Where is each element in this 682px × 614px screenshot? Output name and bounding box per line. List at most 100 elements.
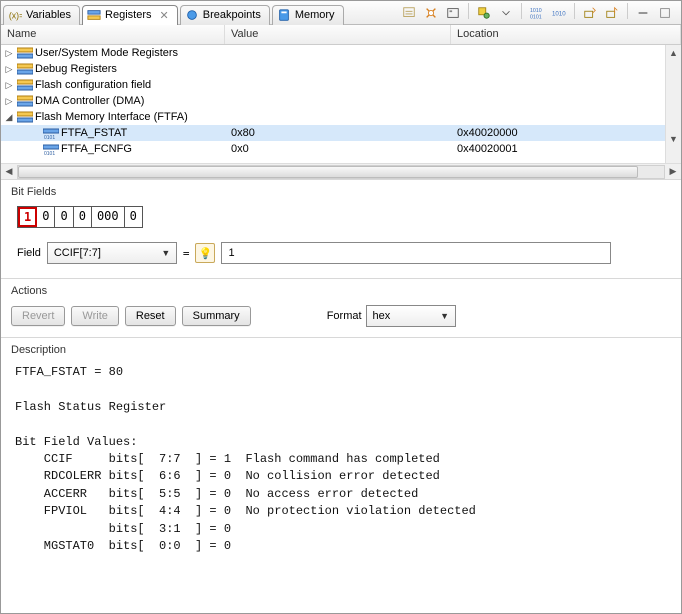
tab-list: (x)= Variables Registers ✕ Breakpoints M…: [3, 3, 344, 23]
expand-icon[interactable]: ▷: [3, 64, 15, 75]
format-select[interactable]: hex ▼: [366, 305, 456, 327]
field-label: Field: [17, 247, 41, 259]
scroll-thumb[interactable]: [18, 166, 638, 178]
expand-icon[interactable]: ▷: [3, 96, 15, 107]
maximize-icon[interactable]: [655, 3, 675, 23]
field-value-input[interactable]: [221, 242, 611, 264]
register-icon: 0101: [43, 126, 59, 140]
reset-button[interactable]: Reset: [125, 306, 176, 326]
tab-label: Memory: [295, 9, 335, 21]
toolbar-binary2-icon[interactable]: 1010: [549, 3, 569, 23]
toolbar-export-icon[interactable]: [602, 3, 622, 23]
col-name[interactable]: Name: [1, 25, 225, 44]
equals-label: =: [183, 247, 190, 260]
toolbar-btn-2[interactable]: [421, 3, 441, 23]
bit-cell[interactable]: 1: [18, 207, 37, 227]
summary-button[interactable]: Summary: [182, 306, 251, 326]
table-row[interactable]: 0101 FTFA_FSTAT 0x80 0x40020000: [1, 125, 681, 141]
toolbar-btn-1[interactable]: [399, 3, 419, 23]
toolbar-import-icon[interactable]: [580, 3, 600, 23]
field-select[interactable]: CCIF[7:7] ▼: [47, 242, 177, 264]
table-row[interactable]: ▷ DMA Controller (DMA): [1, 93, 681, 109]
tab-variables[interactable]: (x)= Variables: [3, 5, 80, 25]
chevron-down-icon[interactable]: ▼: [437, 311, 453, 321]
bit-cell[interactable]: 0: [37, 207, 55, 227]
bit-cell[interactable]: 0: [125, 207, 142, 227]
section-title: Actions: [11, 285, 671, 297]
view-tab-bar: (x)= Variables Registers ✕ Breakpoints M…: [1, 1, 681, 25]
field-select-value: CCIF[7:7]: [54, 247, 158, 259]
format-select-value: hex: [373, 310, 437, 322]
row-value: 0x0: [227, 143, 453, 155]
register-group-icon: [17, 94, 33, 108]
revert-button[interactable]: Revert: [11, 306, 65, 326]
actions-section: Actions Revert Write Reset Summary Forma…: [1, 278, 681, 337]
view-toolbar: 10100101 1010: [399, 3, 679, 23]
table-row[interactable]: ▷ Flash configuration field: [1, 77, 681, 93]
scroll-up-icon[interactable]: ▲: [666, 45, 681, 61]
row-value: 0x80: [227, 127, 453, 139]
vertical-scrollbar[interactable]: ▲ ▼: [665, 45, 681, 163]
toolbar-binary-icon[interactable]: 10100101: [527, 3, 547, 23]
breakpoints-icon: [185, 8, 199, 22]
bit-visualizer[interactable]: 1 0 0 0 000 0: [17, 206, 143, 228]
description-section: Description FTFA_FSTAT = 80 Flash Status…: [1, 337, 681, 565]
hint-button[interactable]: 💡: [195, 243, 215, 263]
table-body: ▲ ▼ ▷ User/System Mode Registers ▷ Debug…: [1, 45, 681, 163]
table-row[interactable]: ▷ Debug Registers: [1, 61, 681, 77]
chevron-down-icon[interactable]: [496, 3, 516, 23]
section-title: Description: [11, 344, 671, 356]
svg-text:0101: 0101: [530, 14, 542, 20]
collapse-icon[interactable]: ◢: [3, 112, 15, 123]
memory-icon: [277, 8, 291, 22]
svg-text:(x)=: (x)=: [9, 11, 22, 21]
register-group-icon: [17, 78, 33, 92]
minimize-icon[interactable]: [633, 3, 653, 23]
register-group-icon: [17, 46, 33, 60]
svg-text:1010: 1010: [530, 8, 542, 14]
row-label: Debug Registers: [35, 63, 117, 75]
table-row[interactable]: 0101 FTFA_FCNFG 0x0 0x40020001: [1, 141, 681, 157]
horizontal-scrollbar[interactable]: ◀ ▶: [1, 163, 681, 179]
tab-label: Variables: [26, 9, 71, 21]
col-location[interactable]: Location: [451, 25, 681, 44]
row-label: FTFA_FSTAT: [61, 127, 127, 139]
row-label: Flash Memory Interface (FTFA): [35, 111, 188, 123]
svg-text:1010: 1010: [552, 10, 566, 17]
bit-cell[interactable]: 000: [92, 207, 125, 227]
row-location: 0x40020001: [453, 143, 681, 155]
scroll-left-icon[interactable]: ◀: [1, 166, 17, 177]
tab-label: Breakpoints: [203, 9, 261, 21]
register-table: Name Value Location ▲ ▼ ▷ User/System Mo…: [1, 25, 681, 179]
col-value[interactable]: Value: [225, 25, 451, 44]
tab-label: Registers: [105, 9, 151, 21]
table-row[interactable]: ▷ User/System Mode Registers: [1, 45, 681, 61]
tab-breakpoints[interactable]: Breakpoints: [180, 5, 270, 25]
expand-icon[interactable]: ▷: [3, 48, 15, 59]
section-title: Bit Fields: [11, 186, 671, 198]
tab-registers[interactable]: Registers ✕: [82, 5, 178, 25]
description-text: FTFA_FSTAT = 80 Flash Status Register Bi…: [15, 364, 671, 555]
write-button[interactable]: Write: [71, 306, 118, 326]
tab-memory[interactable]: Memory: [272, 5, 344, 25]
toolbar-btn-4[interactable]: [474, 3, 494, 23]
variables-icon: (x)=: [8, 8, 22, 22]
format-label: Format: [327, 310, 362, 322]
scroll-track[interactable]: [17, 165, 665, 179]
register-group-icon: [17, 110, 33, 124]
lightbulb-icon: 💡: [199, 247, 213, 260]
expand-icon[interactable]: ▷: [3, 80, 15, 91]
table-row[interactable]: ◢ Flash Memory Interface (FTFA): [1, 109, 681, 125]
close-icon[interactable]: ✕: [160, 9, 169, 22]
bitfields-section: Bit Fields 1 0 0 0 000 0 Field CCIF[7:7]…: [1, 179, 681, 278]
scroll-right-icon[interactable]: ▶: [665, 166, 681, 177]
scroll-down-icon[interactable]: ▼: [666, 131, 681, 147]
bit-cell[interactable]: 0: [74, 207, 92, 227]
row-location: 0x40020000: [453, 127, 681, 139]
toolbar-btn-3[interactable]: [443, 3, 463, 23]
row-label: Flash configuration field: [35, 79, 151, 91]
register-group-icon: [17, 62, 33, 76]
register-icon: 0101: [43, 142, 59, 156]
chevron-down-icon[interactable]: ▼: [158, 248, 174, 258]
bit-cell[interactable]: 0: [55, 207, 73, 227]
